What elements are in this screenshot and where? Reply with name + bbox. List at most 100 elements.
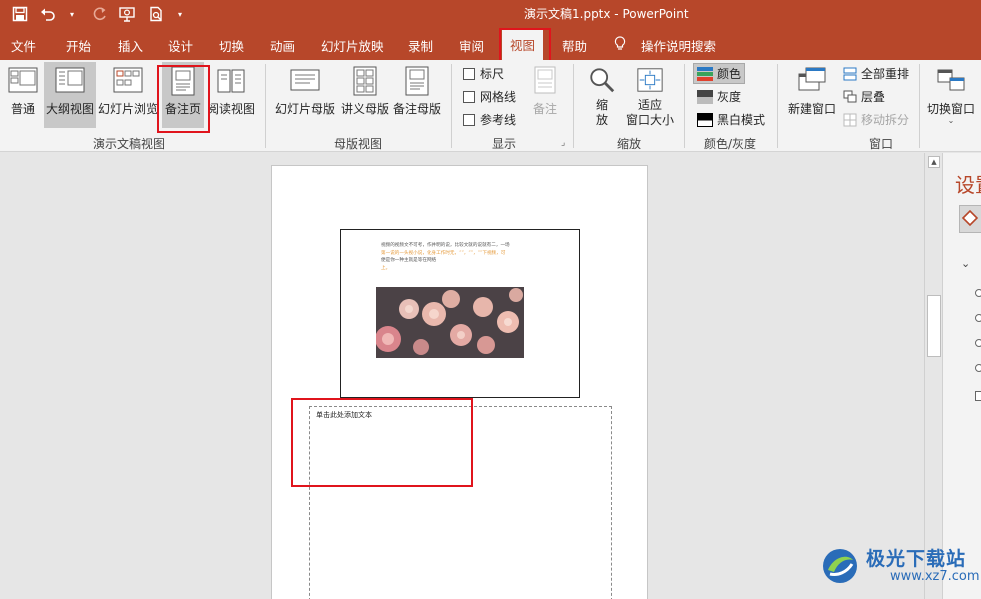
new-window-button[interactable]: 新建窗口 bbox=[784, 62, 840, 128]
slide-text-line: 上。 bbox=[381, 265, 391, 271]
checkbox-box bbox=[463, 67, 475, 80]
handout-master-button[interactable]: 讲义母版 bbox=[340, 62, 390, 128]
title-bar: ▾ ▾ 演示文稿1.pptx - PowerPoint bbox=[0, 0, 981, 28]
dialog-launcher-icon[interactable]: ⌟ bbox=[561, 138, 565, 148]
scroll-thumb[interactable] bbox=[927, 295, 941, 357]
grayscale-icon bbox=[697, 89, 713, 104]
notes-placeholder-text: 单击此处添加文本 bbox=[316, 411, 372, 419]
handout-master-label: 讲义母版 bbox=[340, 102, 389, 116]
group-separator bbox=[451, 64, 452, 148]
checkbox-box bbox=[463, 113, 475, 126]
color-swatch-icon bbox=[697, 66, 713, 81]
new-window-label: 新建窗口 bbox=[787, 102, 836, 116]
tab-view[interactable]: 视图 bbox=[502, 28, 544, 60]
slide-master-icon bbox=[290, 69, 320, 91]
outline-view-button[interactable]: 大纲视图 bbox=[44, 62, 96, 128]
tab-design[interactable]: 设计 bbox=[168, 36, 193, 55]
gridlines-label: 网格线 bbox=[480, 90, 517, 104]
tab-review[interactable]: 审阅 bbox=[459, 36, 484, 55]
print-preview-icon[interactable] bbox=[144, 3, 168, 25]
ruler-label: 标尺 bbox=[480, 67, 505, 81]
move-split-icon bbox=[843, 113, 857, 126]
slide-text-line: 便是你一种主就是等在网络 bbox=[381, 258, 437, 264]
radio-button[interactable] bbox=[975, 289, 981, 297]
radio-button[interactable] bbox=[975, 339, 981, 347]
reading-view-label: 阅读视图 bbox=[206, 102, 255, 116]
zoom-label: 缩放 bbox=[595, 98, 608, 127]
fit-to-window-button[interactable]: 适应 窗口大小 bbox=[624, 62, 676, 128]
customize-qat-icon[interactable]: ▾ bbox=[168, 3, 192, 25]
present-from-start-icon[interactable] bbox=[116, 3, 140, 25]
undo-icon[interactable] bbox=[36, 3, 60, 25]
chevron-down-icon[interactable]: ⌄ bbox=[961, 257, 970, 270]
switch-windows-button[interactable]: 切换窗口 ⌄ bbox=[924, 62, 978, 128]
chevron-down-icon: ⌄ bbox=[947, 116, 955, 125]
tab-insert[interactable]: 插入 bbox=[118, 36, 143, 55]
notes-toggle-button[interactable]: 备注 bbox=[528, 62, 562, 128]
tab-record[interactable]: 录制 bbox=[408, 36, 433, 55]
group-label-zoom: 缩放 bbox=[617, 137, 642, 151]
vertical-scrollbar[interactable]: ▲ bbox=[924, 153, 942, 599]
save-icon[interactable] bbox=[8, 3, 32, 25]
watermark: 极光下载站 www.xz7.com bbox=[820, 546, 980, 586]
tell-me-search[interactable]: 操作说明搜索 bbox=[641, 36, 716, 55]
move-split-label: 移动拆分 bbox=[861, 113, 910, 127]
arrange-all-icon bbox=[843, 67, 857, 80]
group-label-show: 显示 bbox=[492, 137, 517, 151]
group-separator bbox=[777, 64, 778, 148]
slide-body-text: 视频的视频文不可考，作并明的说，比较文就的说就有二，一场 第一说的一头视小说，化… bbox=[381, 242, 531, 272]
black-white-icon bbox=[697, 112, 713, 127]
tab-home[interactable]: 开始 bbox=[66, 36, 91, 55]
tab-animations[interactable]: 动画 bbox=[270, 36, 295, 55]
outline-view-icon bbox=[55, 67, 85, 93]
arrange-all-button[interactable]: 全部重排 bbox=[843, 65, 909, 82]
notes-placeholder-box[interactable]: 单击此处添加文本 bbox=[309, 406, 612, 599]
watermark-brand: 极光下载站 bbox=[866, 548, 967, 570]
notes-icon bbox=[534, 66, 556, 94]
scroll-up-icon[interactable]: ▲ bbox=[928, 156, 940, 168]
notes-master-button[interactable]: 备注母版 bbox=[392, 62, 442, 128]
slide-sorter-button[interactable]: 幻灯片浏览 bbox=[98, 62, 158, 128]
zoom-button[interactable]: 缩放 bbox=[584, 62, 620, 128]
switch-windows-icon bbox=[937, 69, 965, 91]
notes-page-button[interactable]: 备注页 bbox=[162, 62, 204, 128]
new-window-icon bbox=[798, 67, 826, 91]
tab-file[interactable]: 文件 bbox=[11, 36, 36, 55]
notes-master-label: 备注母版 bbox=[392, 102, 441, 116]
lightbulb-icon bbox=[614, 36, 626, 54]
normal-view-button[interactable]: 普通 bbox=[4, 62, 42, 128]
checkbox-box[interactable] bbox=[975, 391, 981, 401]
grayscale-button[interactable]: 灰度 bbox=[697, 88, 741, 105]
fit-to-window-icon bbox=[637, 68, 663, 92]
cascade-button[interactable]: 层叠 bbox=[843, 88, 885, 105]
tab-transitions[interactable]: 切换 bbox=[219, 36, 244, 55]
arrange-all-label: 全部重排 bbox=[861, 67, 910, 81]
tab-help[interactable]: 帮助 bbox=[562, 36, 587, 55]
radio-button[interactable] bbox=[975, 364, 981, 372]
reading-view-button[interactable]: 阅读视图 bbox=[206, 62, 256, 128]
cascade-icon bbox=[843, 90, 857, 102]
switch-windows-label: 切换窗口 bbox=[926, 102, 975, 116]
redo-icon[interactable] bbox=[88, 3, 112, 25]
notes-page-icon bbox=[171, 66, 195, 96]
ruler-checkbox[interactable]: 标尺 bbox=[463, 65, 504, 82]
group-label-window: 窗口 bbox=[869, 137, 894, 151]
slide-thumbnail[interactable]: 视频的视频文不可考，作并明的说，比较文就的说就有二，一场 第一说的一头视小说，化… bbox=[340, 229, 580, 398]
format-pane-title: 设置 bbox=[955, 173, 981, 197]
roses-image bbox=[376, 287, 524, 358]
fill-icon[interactable] bbox=[959, 205, 981, 233]
black-white-button[interactable]: 黑白模式 bbox=[697, 111, 765, 128]
reading-view-icon bbox=[217, 69, 245, 93]
slide-master-button[interactable]: 幻灯片母版 bbox=[274, 62, 336, 128]
color-mode-button[interactable]: 颜色 bbox=[693, 63, 746, 84]
tab-slideshow[interactable]: 幻灯片放映 bbox=[321, 36, 384, 55]
window-title: 演示文稿1.pptx - PowerPoint bbox=[524, 7, 689, 21]
site-logo-icon bbox=[823, 549, 857, 583]
undo-dropdown-icon[interactable]: ▾ bbox=[60, 3, 84, 25]
radio-button[interactable] bbox=[975, 314, 981, 322]
gridlines-checkbox[interactable]: 网格线 bbox=[463, 88, 516, 105]
guides-checkbox[interactable]: 参考线 bbox=[463, 111, 516, 128]
move-split-button[interactable]: 移动拆分 bbox=[843, 111, 909, 128]
black-white-label: 黑白模式 bbox=[717, 113, 766, 127]
slide-text-line: 视频的视频文不可考，作并明的说，比较文就的说就有二，一场 bbox=[381, 243, 510, 248]
